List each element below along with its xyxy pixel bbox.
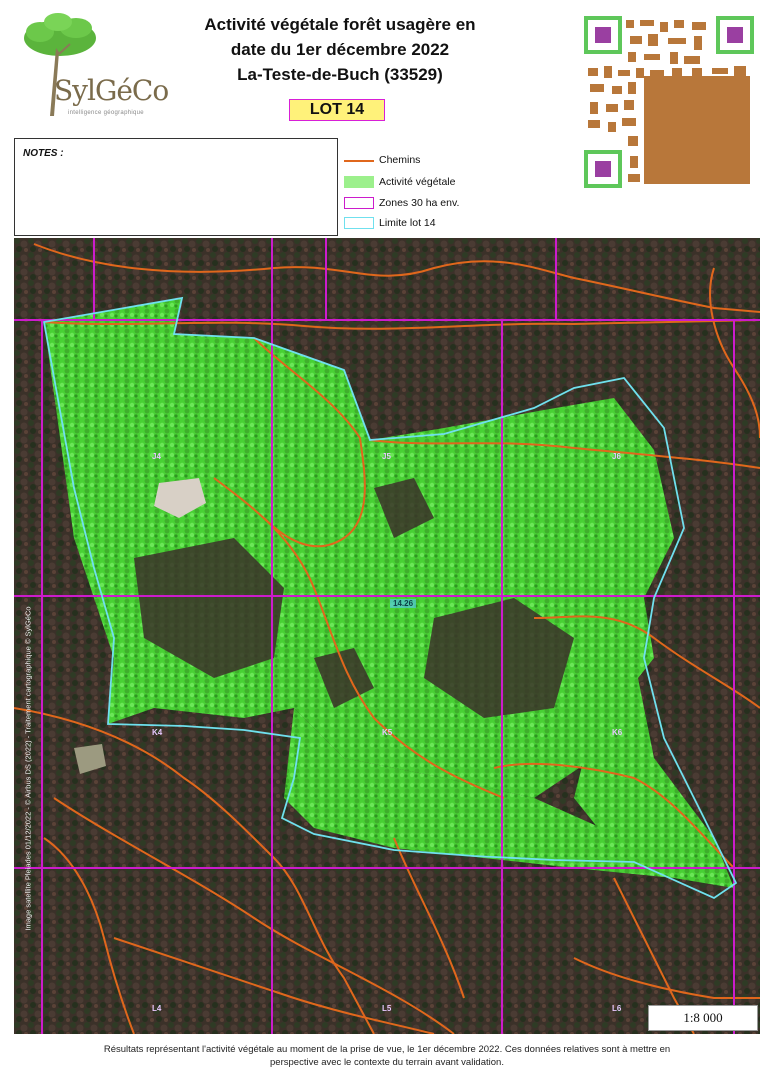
legend-item-vegetation: Activité végétale xyxy=(344,174,564,190)
lot-badge: LOT 14 xyxy=(289,99,385,121)
zone-label: L4 xyxy=(152,1004,162,1013)
footer-note: Résultats représentant l'activité végéta… xyxy=(22,1043,752,1069)
footer-line-1: Résultats représentant l'activité végéta… xyxy=(103,1044,671,1055)
legend-item-chemins: Chemins xyxy=(344,152,564,168)
zone-label: L5 xyxy=(382,1004,392,1013)
map-legend: Chemins Activité végétale Zones 30 ha en… xyxy=(344,152,564,238)
outline-icon xyxy=(344,217,374,229)
imagery-credit: Image satellite Pleiades 01/12/2022 - © … xyxy=(23,606,33,931)
notes-box[interactable]: NOTES : xyxy=(14,138,338,236)
notes-label: NOTES : xyxy=(23,148,64,159)
legend-label: Activité végétale xyxy=(379,176,456,188)
sylgeco-logo: SylGéCo intelligence géographique xyxy=(10,8,169,120)
logo-brand: SylGéCo xyxy=(54,74,169,107)
zone-label: L6 xyxy=(612,1004,622,1013)
scale-indicator: 1:8 000 xyxy=(648,1005,758,1031)
zone-label: J4 xyxy=(152,452,161,461)
satellite-map[interactable]: Image satellite Pleiades 01/12/2022 - © … xyxy=(14,238,760,1034)
legend-item-limit: Limite lot 14 xyxy=(344,215,564,231)
title-line-1: Activité végétale forêt usagère en xyxy=(204,15,476,34)
lot-map-label: 14.26 xyxy=(390,599,417,608)
zone-label: J5 xyxy=(382,452,391,461)
title-line-2: date du 1er décembre 2022 xyxy=(230,40,450,59)
logo-tagline: intelligence géographique xyxy=(68,110,144,116)
zone-label: K4 xyxy=(152,728,163,737)
legend-label: Chemins xyxy=(379,154,421,166)
map-canvas xyxy=(14,238,760,1034)
zone-label: K5 xyxy=(382,728,393,737)
footer-line-2: perspective avec le contexte du terrain … xyxy=(270,1057,504,1068)
title-line-3: La-Teste-de-Buch (33529) xyxy=(237,65,443,84)
map-title: Activité végétale forêt usagère en date … xyxy=(160,12,520,87)
fill-icon xyxy=(344,176,374,188)
qr-code[interactable] xyxy=(584,16,754,188)
legend-label: Limite lot 14 xyxy=(379,217,436,229)
legend-label: Zones 30 ha env. xyxy=(379,197,460,209)
legend-item-zones: Zones 30 ha env. xyxy=(344,195,564,211)
line-icon xyxy=(344,160,374,162)
zone-label: K6 xyxy=(612,728,623,737)
outline-icon xyxy=(344,197,374,209)
zone-label: J6 xyxy=(612,452,621,461)
